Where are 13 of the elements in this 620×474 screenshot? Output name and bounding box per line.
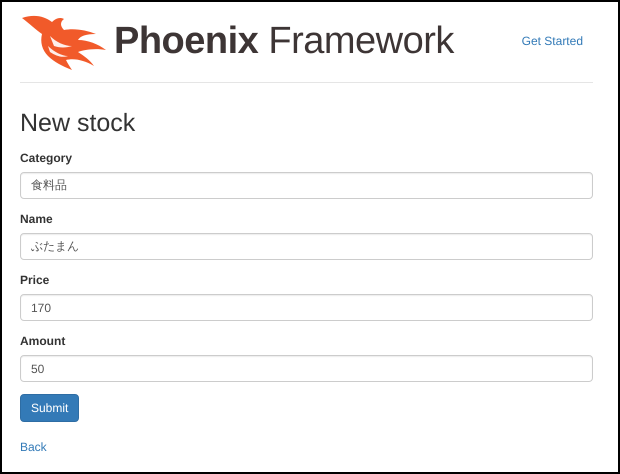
input-field[interactable]: ぶたまん <box>20 233 593 260</box>
field-label: Category <box>20 150 74 167</box>
field-label: Name <box>20 211 54 228</box>
input-field[interactable]: 食料品 <box>20 172 593 199</box>
field-label: Price <box>20 272 50 289</box>
input-field[interactable]: 170 <box>20 294 593 321</box>
input-field[interactable]: 50 <box>20 355 593 382</box>
submit-button[interactable]: Submit <box>20 394 80 422</box>
get-started-link[interactable]: Get Started <box>522 34 583 48</box>
field-label: Amount <box>20 333 66 350</box>
back-link[interactable]: Back <box>20 440 47 454</box>
logo-wordmark: Phoenix Framework <box>114 20 454 62</box>
page-title: New stock <box>20 108 136 138</box>
